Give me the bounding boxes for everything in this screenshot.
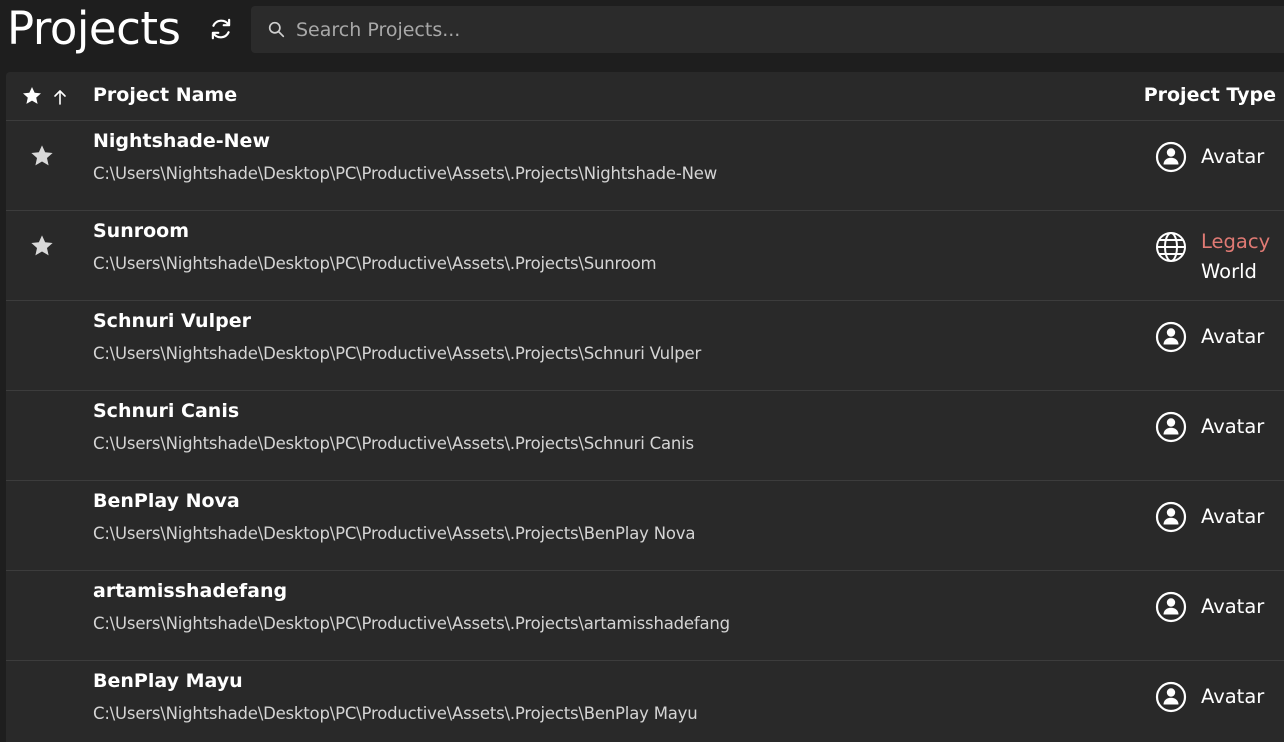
refresh-icon — [211, 18, 231, 40]
avatar-icon — [1155, 411, 1187, 443]
project-name: artamisshadefang — [93, 580, 288, 602]
project-path: C:\Users\Nightshade\Desktop\PC\Productiv… — [93, 614, 730, 633]
project-type-label: Avatar — [1201, 325, 1265, 348]
favorite-star-empty[interactable] — [29, 593, 55, 619]
project-path: C:\Users\Nightshade\Desktop\PC\Productiv… — [93, 524, 696, 543]
project-type-label: Avatar — [1201, 415, 1265, 438]
project-path: C:\Users\Nightshade\Desktop\PC\Productiv… — [93, 434, 694, 453]
avatar-icon — [1155, 321, 1187, 353]
project-row-5[interactable]: artamisshadefang C:\Users\Nightshade\Des… — [6, 571, 1284, 661]
project-type-label: World — [1201, 260, 1257, 283]
project-name: BenPlay Nova — [93, 490, 240, 512]
favorite-star-empty[interactable] — [29, 683, 55, 709]
page-title: Projects — [7, 2, 181, 55]
legacy-label: Legacy — [1201, 230, 1271, 253]
project-name: BenPlay Mayu — [93, 670, 243, 692]
favorite-star-empty[interactable] — [29, 503, 55, 529]
project-type-label: Avatar — [1201, 505, 1265, 528]
project-row-1[interactable]: Sunroom C:\Users\Nightshade\Desktop\PC\P… — [6, 211, 1284, 301]
project-path: C:\Users\Nightshade\Desktop\PC\Productiv… — [93, 704, 698, 723]
avatar-icon — [1155, 141, 1187, 173]
project-list: Nightshade-New C:\Users\Nightshade\Deskt… — [6, 121, 1284, 742]
project-name: Sunroom — [93, 220, 190, 242]
project-name: Schnuri Vulper — [93, 310, 251, 332]
project-path: C:\Users\Nightshade\Desktop\PC\Productiv… — [93, 164, 717, 183]
project-row-4[interactable]: BenPlay Nova C:\Users\Nightshade\Desktop… — [6, 481, 1284, 571]
table-header: Project Name Project Type — [6, 72, 1284, 121]
project-type-label: Avatar — [1201, 595, 1265, 618]
project-type-label: Avatar — [1201, 145, 1265, 168]
avatar-icon — [1155, 681, 1187, 713]
column-header-project-type[interactable]: Project Type — [1144, 84, 1276, 106]
search-input[interactable] — [296, 18, 1196, 41]
search-icon — [268, 20, 288, 40]
project-type-label: Avatar — [1201, 685, 1265, 708]
arrow-up-icon[interactable] — [52, 88, 68, 106]
favorite-star-empty[interactable] — [29, 413, 55, 439]
avatar-icon — [1155, 591, 1187, 623]
star-icon[interactable] — [21, 85, 43, 107]
avatar-icon — [1155, 501, 1187, 533]
refresh-button[interactable] — [206, 14, 236, 44]
project-row-6[interactable]: BenPlay Mayu C:\Users\Nightshade\Desktop… — [6, 661, 1284, 742]
project-row-2[interactable]: Schnuri Vulper C:\Users\Nightshade\Deskt… — [6, 301, 1284, 391]
globe-icon — [1155, 231, 1187, 263]
search-bar[interactable] — [251, 6, 1284, 53]
project-path: C:\Users\Nightshade\Desktop\PC\Productiv… — [93, 344, 702, 363]
project-row-0[interactable]: Nightshade-New C:\Users\Nightshade\Deskt… — [6, 121, 1284, 211]
favorite-star-icon[interactable] — [29, 233, 55, 259]
favorite-star-empty[interactable] — [29, 323, 55, 349]
project-name: Schnuri Canis — [93, 400, 240, 422]
project-path: C:\Users\Nightshade\Desktop\PC\Productiv… — [93, 254, 657, 273]
favorite-star-icon[interactable] — [29, 143, 55, 169]
column-header-project-name[interactable]: Project Name — [93, 84, 237, 106]
project-row-3[interactable]: Schnuri Canis C:\Users\Nightshade\Deskto… — [6, 391, 1284, 481]
project-name: Nightshade-New — [93, 130, 270, 152]
projects-table: Project Name Project Type Nightshade-New… — [6, 72, 1284, 742]
